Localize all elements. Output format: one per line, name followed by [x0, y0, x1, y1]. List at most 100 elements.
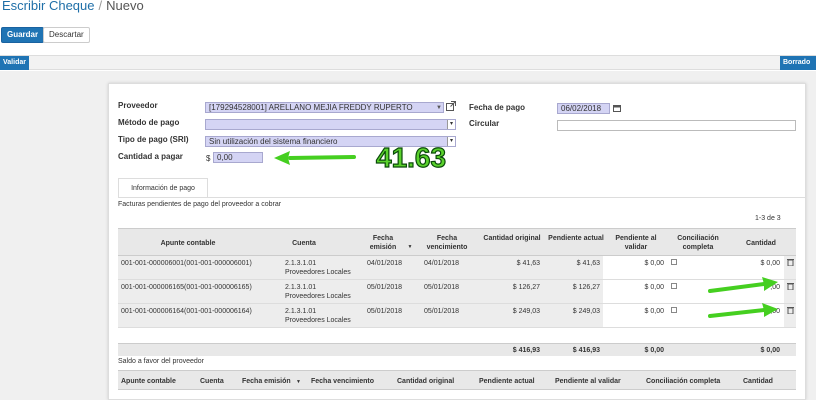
- row-fecha-emision: 05/01/2018: [367, 308, 403, 315]
- cantidad-input[interactable]: 0,00: [213, 152, 263, 163]
- fecha-input[interactable]: 06/02/2018: [557, 103, 610, 114]
- tab-divider: [118, 197, 806, 198]
- row-cuenta-name: Proveedores Locales: [285, 269, 351, 276]
- row-validar: $ 0,00: [644, 284, 664, 291]
- header-cantidad-original[interactable]: Cantidad original: [482, 234, 542, 243]
- row-apunte: 001-001-000006164(001-001-000006164): [121, 308, 252, 315]
- total-cantidad: $ 0,00: [760, 347, 780, 354]
- header-pendiente-validar[interactable]: Pendiente al validar: [607, 234, 665, 252]
- annotation-amount: 41.63: [375, 142, 447, 173]
- control-panel: Escribir Cheque / Nuevo Guardar Descartar: [0, 0, 816, 52]
- saldo-table-header: Apunte contable Cuenta Fecha emisión ▼ F…: [118, 370, 796, 390]
- breadcrumb-separator: /: [98, 0, 103, 13]
- annotation-arrow: [708, 303, 778, 318]
- row-validar: $ 0,00: [644, 260, 664, 267]
- row-original: $ 126,27: [512, 284, 540, 291]
- currency-symbol: $: [206, 154, 211, 163]
- circular-label: Circular: [469, 119, 500, 128]
- row-actual: $ 41,63: [576, 260, 600, 267]
- row-fecha-venc: 04/01/2018: [424, 260, 460, 267]
- header-cantidad[interactable]: Cantidad: [738, 239, 784, 248]
- header-fecha-vencimiento[interactable]: Fecha vencimiento: [311, 377, 374, 386]
- row-original: $ 249,03: [512, 308, 540, 315]
- row-cuenta-code: 2.1.3.1.01: [285, 284, 317, 291]
- row-actual: $ 249,03: [572, 308, 600, 315]
- save-button[interactable]: Guardar: [1, 27, 45, 43]
- row-cuenta-code: 2.1.3.1.01: [285, 260, 317, 267]
- proveedor-field[interactable]: [179294528001] ARELLANO MEJIA FREDDY RUP…: [205, 102, 444, 113]
- trash-icon[interactable]: [787, 306, 794, 317]
- table-row[interactable]: 001-001-000006164(001-001-000006164) 2.1…: [118, 304, 796, 328]
- header-apunte[interactable]: Apunte contable: [121, 377, 176, 386]
- metodo-label: Método de pago: [118, 118, 180, 127]
- conciliacion-checkbox[interactable]: [671, 283, 677, 289]
- header-conciliacion[interactable]: Conciliación completa: [646, 377, 720, 386]
- breadcrumb-current: Nuevo: [106, 0, 144, 13]
- table-row[interactable]: 001-001-000006165(001-001-000006165) 2.1…: [118, 280, 796, 304]
- annotation-arrow: [708, 277, 778, 293]
- tab-informacion-pago[interactable]: Información de pago: [118, 178, 208, 198]
- row-original: $ 41,63: [516, 260, 540, 267]
- section-title-saldo: Saldo a favor del proveedor: [118, 358, 204, 365]
- total-actual: $ 416,93: [572, 347, 600, 354]
- header-fecha-emision[interactable]: Fecha emisión: [242, 377, 291, 386]
- breadcrumb: Escribir Cheque / Nuevo: [2, 0, 144, 14]
- row-cuenta-code: 2.1.3.1.01: [285, 308, 317, 315]
- row-validar: $ 0,00: [644, 308, 664, 315]
- annotation-arrow: [274, 151, 356, 165]
- table-row[interactable]: 001-001-000006001(001-001-000006001) 2.1…: [118, 256, 796, 280]
- validate-button[interactable]: Validar: [0, 56, 29, 70]
- row-apunte: 001-001-000006165(001-001-000006165): [121, 284, 252, 291]
- breadcrumb-parent[interactable]: Escribir Cheque: [2, 0, 95, 13]
- cantidad-value: 0,00: [217, 153, 233, 162]
- header-fecha-vencimiento[interactable]: Fecha vencimiento: [421, 234, 473, 252]
- header-pendiente-actual[interactable]: Pendiente actual: [548, 234, 604, 243]
- header-cantidad-original[interactable]: Cantidad original: [397, 377, 454, 386]
- discard-button[interactable]: Descartar: [43, 27, 90, 43]
- header-pendiente-validar[interactable]: Pendiente al validar: [555, 377, 621, 386]
- table-totals: $ 416,93 $ 416,93 $ 0,00 $ 0,00: [118, 343, 796, 356]
- section-title-pendientes: Facturas pendientes de pago del proveedo…: [118, 201, 282, 208]
- header-cantidad[interactable]: Cantidad: [743, 377, 773, 386]
- row-cuenta-name: Proveedores Locales: [285, 317, 351, 324]
- sort-desc-icon[interactable]: ▼: [407, 243, 413, 252]
- row-actual: $ 126,27: [572, 284, 600, 291]
- header-pendiente-actual[interactable]: Pendiente actual: [479, 377, 535, 386]
- row-fecha-emision: 04/01/2018: [367, 260, 403, 267]
- row-fecha-emision: 05/01/2018: [367, 284, 403, 291]
- header-apunte[interactable]: Apunte contable: [118, 239, 258, 248]
- pager: 1-3 de 3: [755, 215, 781, 222]
- conciliacion-checkbox[interactable]: [671, 307, 677, 313]
- chevron-down-icon[interactable]: ▼: [436, 103, 442, 113]
- row-fecha-venc: 05/01/2018: [424, 284, 460, 291]
- chevron-down-icon[interactable]: ▾: [447, 137, 455, 146]
- total-original: $ 416,93: [512, 347, 540, 354]
- circular-input[interactable]: [557, 120, 796, 131]
- row-fecha-venc: 05/01/2018: [424, 308, 460, 315]
- calendar-icon[interactable]: [613, 104, 621, 114]
- tipo-label: Tipo de pago (SRI): [118, 135, 189, 144]
- status-bar: Validar Borrado: [0, 55, 816, 70]
- sort-desc-icon[interactable]: ▼: [296, 378, 301, 387]
- trash-icon[interactable]: [787, 282, 794, 293]
- proveedor-value: [179294528001] ARELLANO MEJIA FREDDY RUP…: [209, 103, 413, 112]
- conciliacion-checkbox[interactable]: [671, 259, 677, 265]
- status-draft: Borrado: [780, 56, 816, 70]
- tipo-value: Sin utilización del sistema financiero: [209, 137, 338, 146]
- invoices-table-header: Apunte contable Cuenta Fecha emisión ▼ F…: [118, 228, 796, 256]
- header-fecha-emision[interactable]: Fecha emisión: [361, 234, 405, 252]
- fecha-value: 06/02/2018: [561, 104, 602, 113]
- external-link-icon[interactable]: [446, 101, 456, 113]
- metodo-select[interactable]: ▾: [205, 119, 456, 130]
- total-validar: $ 0,00: [644, 347, 664, 354]
- row-cuenta-name: Proveedores Locales: [285, 293, 351, 300]
- header-cuenta[interactable]: Cuenta: [280, 239, 328, 248]
- fecha-label: Fecha de pago: [469, 103, 526, 112]
- row-apunte: 001-001-000006001(001-001-000006001): [121, 260, 252, 267]
- trash-icon[interactable]: [787, 258, 794, 269]
- proveedor-label: Proveedor: [118, 101, 158, 110]
- chevron-down-icon[interactable]: ▾: [447, 120, 455, 129]
- header-conciliacion[interactable]: Conciliación completa: [670, 234, 726, 252]
- row-cantidad[interactable]: $ 0,00: [734, 259, 780, 268]
- header-cuenta[interactable]: Cuenta: [200, 377, 224, 386]
